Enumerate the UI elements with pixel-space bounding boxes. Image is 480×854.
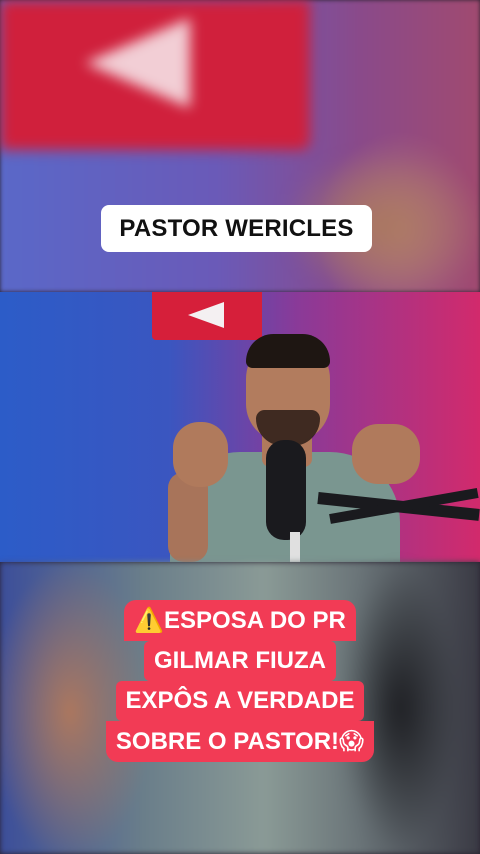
caption-line-4: SOBRE O PASTOR!😱 [105, 721, 375, 762]
caption-line-1-text: ESPOSA DO PR [164, 607, 346, 634]
blurred-play-icon [85, 18, 190, 108]
microphone-icon [266, 440, 306, 540]
play-button-logo-icon [188, 302, 224, 328]
caption-line-4-text: SOBRE O PASTOR! [115, 728, 340, 755]
caption-line-1: ⚠️ESPOSA DO PR [124, 600, 356, 641]
screaming-face-icon: 😱 [339, 727, 365, 755]
caption-line-2: GILMAR FIUZA [144, 641, 336, 681]
caption-block: ⚠️ESPOSA DO PR GILMAR FIUZA EXPÔS A VERD… [0, 600, 480, 762]
name-label: PASTOR WERICLES [101, 205, 372, 252]
person-hand-left [173, 422, 228, 487]
caption-line-3: EXPÔS A VERDADE [115, 681, 365, 721]
channel-logo [152, 292, 262, 340]
video-frame[interactable] [0, 292, 480, 562]
warning-icon: ⚠️ [134, 606, 165, 634]
person-hand-right [352, 424, 420, 484]
person-hair [246, 334, 330, 368]
mic-stand [290, 532, 300, 562]
